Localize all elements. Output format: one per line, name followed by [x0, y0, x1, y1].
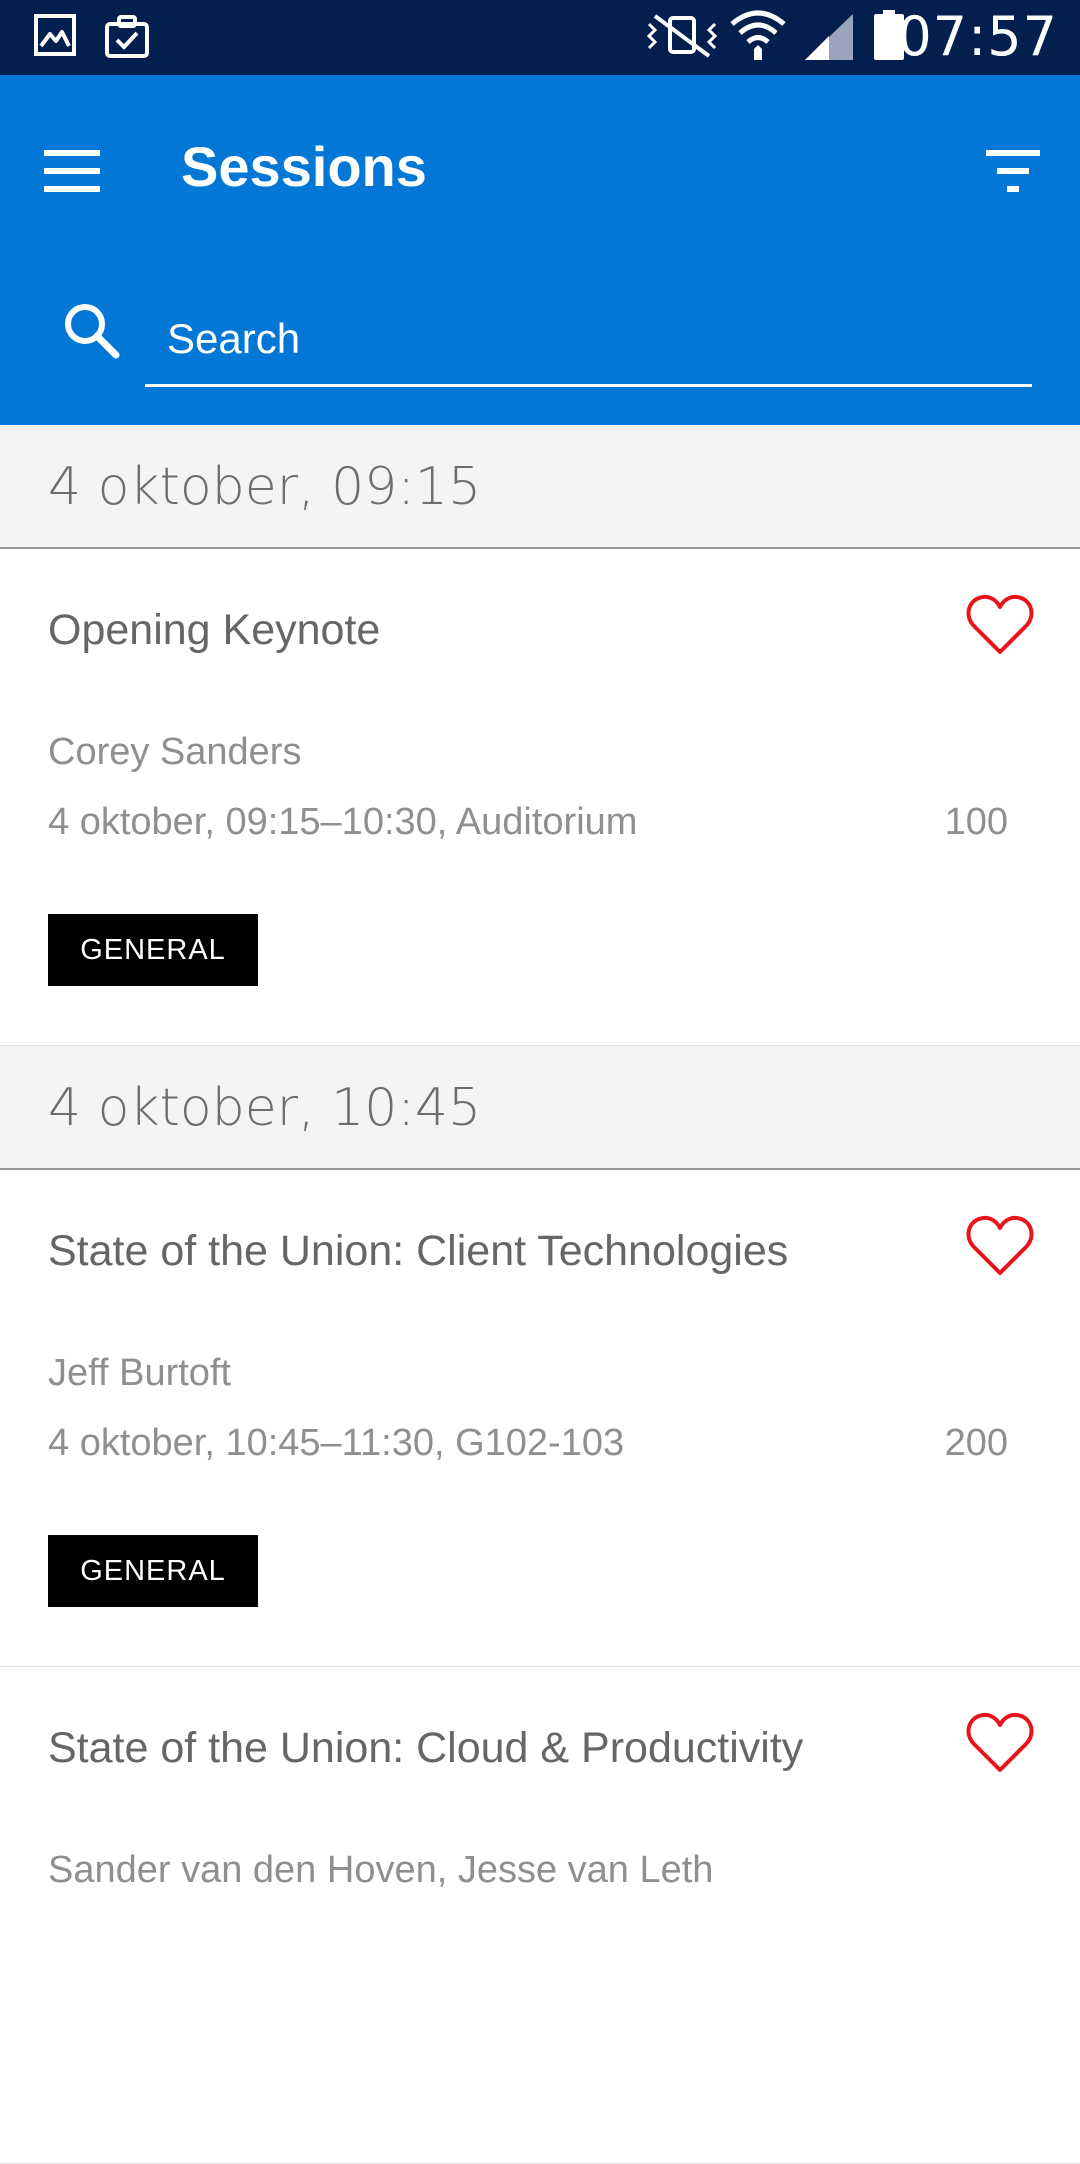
session-title: Opening Keynote [48, 606, 381, 654]
session-list: 4 oktober, 09:15 Opening Keynote Corey S… [0, 425, 1080, 2164]
section-header: 4 oktober, 10:45 [0, 1046, 1080, 1170]
filter-icon [986, 150, 1040, 192]
mute-vibrate-icon [645, 12, 719, 63]
filter-button[interactable] [974, 131, 1054, 211]
favorite-heart-icon[interactable] [966, 1711, 1034, 1775]
wifi-icon [730, 8, 786, 67]
session-item[interactable]: State of the Union: Cloud & Productivity… [0, 1667, 1080, 2164]
app-bar: Sessions [0, 75, 1080, 425]
search-icon [62, 301, 120, 364]
session-level: 100 [944, 801, 1008, 843]
category-tag: GENERAL [48, 914, 258, 986]
search-input[interactable] [145, 275, 1032, 387]
section-header: 4 oktober, 09:15 [0, 425, 1080, 549]
session-speakers: Jeff Burtoft [48, 1352, 232, 1394]
session-time-location: 4 oktober, 10:45–11:30, G102-103 [48, 1422, 625, 1464]
session-item[interactable]: Opening Keynote Corey Sanders 4 oktober,… [0, 549, 1080, 1046]
status-bar: 07:57 [0, 0, 1080, 75]
session-speakers: Sander van den Hoven, Jesse van Leth [48, 1849, 714, 1891]
gallery-icon [34, 14, 76, 61]
category-tag: GENERAL [48, 1535, 258, 1607]
clock-time: 07:57 [897, 5, 1058, 68]
signal-icon [805, 14, 853, 65]
favorite-heart-icon[interactable] [966, 1214, 1034, 1278]
session-title: State of the Union: Cloud & Productivity [48, 1724, 804, 1772]
menu-button[interactable] [44, 131, 124, 211]
session-title: State of the Union: Client Technologies [48, 1227, 789, 1275]
session-item[interactable]: State of the Union: Client Technologies … [0, 1170, 1080, 1667]
session-level: 200 [944, 1422, 1008, 1464]
page-title: Sessions [181, 135, 427, 198]
session-speakers: Corey Sanders [48, 731, 302, 773]
hamburger-menu-icon [44, 150, 100, 192]
favorite-heart-icon[interactable] [966, 593, 1034, 657]
session-time-location: 4 oktober, 09:15–10:30, Auditorium [48, 801, 638, 843]
clipboard-check-icon [104, 14, 150, 63]
